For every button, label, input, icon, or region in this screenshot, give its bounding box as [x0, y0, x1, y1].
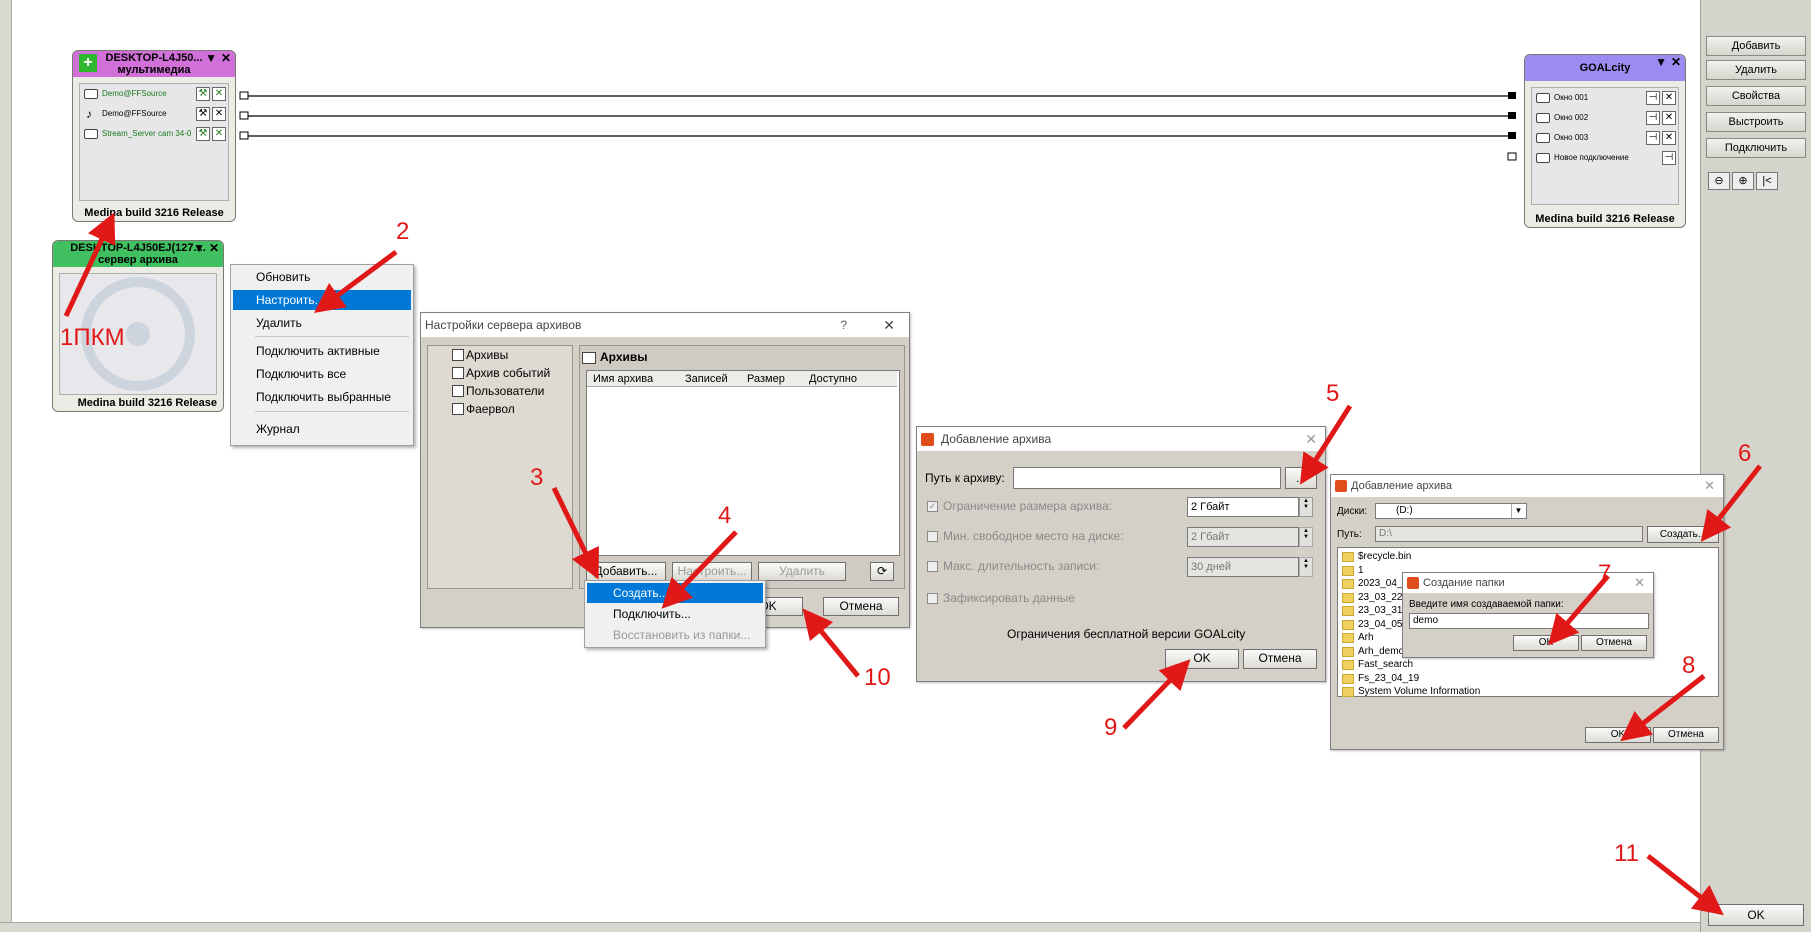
annotation-arrows: [63, 212, 1762, 916]
annotation-label: 5: [1326, 380, 1340, 407]
annotation-label: 10: [864, 664, 891, 691]
annotation-label: 3: [530, 464, 544, 491]
annotation-label: 8: [1682, 652, 1696, 679]
annotation-label: 9: [1104, 714, 1118, 741]
annotation-label: 1ПКМ: [60, 324, 125, 351]
annotation-label: 7: [1598, 560, 1612, 587]
annotation-label: 6: [1738, 440, 1752, 467]
annotation-label: 11: [1614, 840, 1639, 867]
annotation-label: 2: [396, 218, 410, 245]
annotation-label: 4: [718, 502, 732, 529]
workspace: Добавить Удалить Свойства Выстроить Подк…: [0, 0, 1811, 932]
